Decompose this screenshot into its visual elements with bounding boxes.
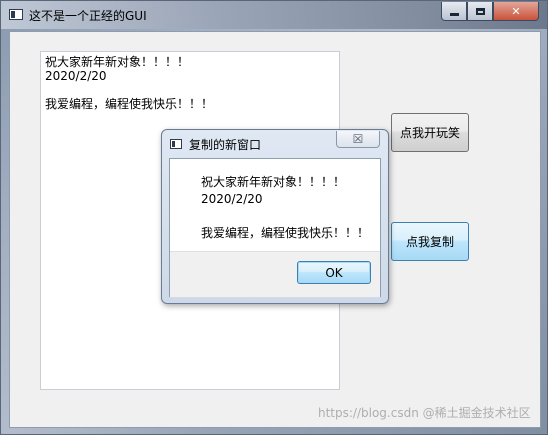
app-window-icon [9, 9, 23, 20]
dialog-close-button[interactable]: ☒ [336, 131, 380, 148]
desktop-background: 这不是一个正经的GUI ✕ 祝大家新年新对象！！！！ 2020/2/20 我爱编… [0, 0, 548, 435]
copy-button[interactable]: 点我复制 [391, 222, 469, 261]
close-icon: ✕ [511, 4, 521, 18]
message-line: 2020/2/20 [201, 192, 263, 206]
text-line: 2020/2/20 [45, 69, 107, 83]
message-line [201, 208, 369, 225]
text-line: 我爱编程，编程使我快乐！！！ [45, 97, 214, 111]
minimize-icon [449, 12, 459, 16]
dialog-window-icon [170, 139, 182, 149]
text-line: 祝大家新年新对象！！！！ [45, 55, 190, 69]
ok-button[interactable]: OK [297, 261, 371, 284]
title-bar[interactable]: 这不是一个正经的GUI ✕ [1, 1, 548, 29]
dialog-client-area: 祝大家新年新对象！！！！ 2020/2/20 我爱编程，编程使我快乐！！！ OK [169, 158, 381, 297]
dialog-title: 复制的新窗口 [189, 138, 262, 152]
watermark: https://blog.csdn @稀土掘金技术社区 [318, 406, 531, 420]
maximize-button[interactable] [467, 2, 493, 21]
window-title: 这不是一个正经的GUI [29, 9, 147, 23]
message-line: 祝大家新年新对象！！！！ [201, 175, 346, 189]
dialog-message: 祝大家新年新对象！！！！ 2020/2/20 我爱编程，编程使我快乐！！！ [201, 174, 369, 242]
minimize-button[interactable] [441, 2, 467, 21]
close-icon: ☒ [352, 132, 364, 146]
maximize-icon [475, 7, 485, 15]
message-line: 我爱编程，编程使我快乐！！！ [201, 226, 370, 240]
dialog-button-bar: OK [170, 251, 380, 297]
close-button[interactable]: ✕ [493, 2, 539, 21]
copy-dialog: 复制的新窗口 ☒ 祝大家新年新对象！！！！ 2020/2/20 我爱编程，编程使… [161, 129, 389, 304]
text-line [45, 83, 335, 97]
joke-button[interactable]: 点我开玩笑 [391, 113, 469, 152]
